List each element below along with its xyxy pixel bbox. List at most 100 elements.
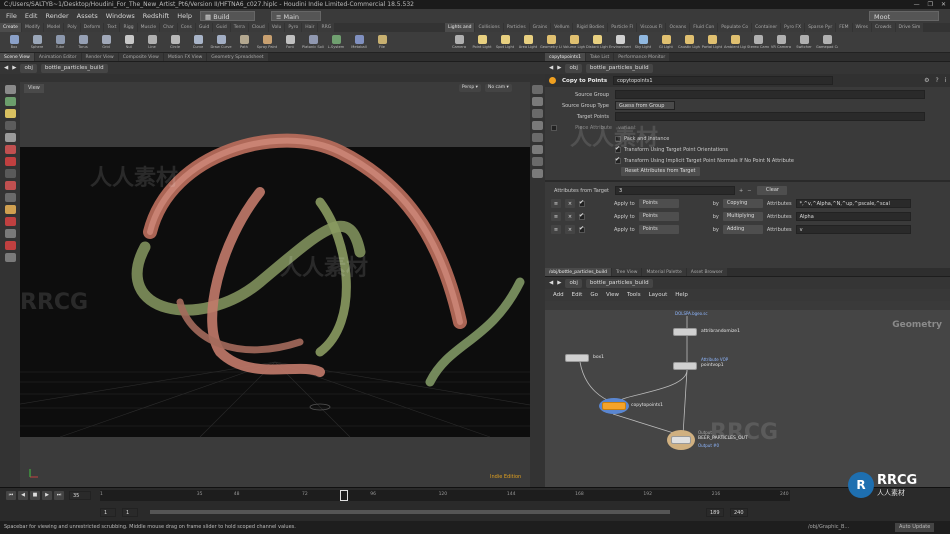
shelf-tab[interactable]: Char bbox=[160, 23, 177, 32]
piece-attribute-toggle[interactable] bbox=[551, 124, 557, 131]
shelf-tab[interactable]: Poly bbox=[64, 23, 80, 32]
pane-tab[interactable]: Geometry Spreadsheet bbox=[207, 53, 268, 61]
row-remove-icon[interactable]: × bbox=[565, 225, 575, 234]
range-end-field[interactable]: 240 bbox=[730, 507, 748, 517]
magnet-icon[interactable] bbox=[4, 217, 16, 226]
shelf-tab[interactable]: Sparse Pyr bbox=[805, 23, 836, 32]
row-remove-icon[interactable]: × bbox=[565, 199, 575, 208]
persp-menu[interactable]: Persp ▾ bbox=[458, 84, 481, 92]
shelf-tool-button[interactable]: Path bbox=[234, 35, 254, 49]
net-path-obj[interactable]: obj bbox=[565, 278, 582, 288]
pane-tab[interactable]: /obj/bottle_particles_build bbox=[545, 268, 611, 276]
shelf-tab[interactable]: Pyro FX bbox=[781, 23, 805, 32]
forward-icon[interactable]: ▶ bbox=[12, 65, 16, 71]
shelf-tab[interactable]: Cons bbox=[177, 23, 195, 32]
by-menu[interactable]: Multiplying bbox=[722, 212, 763, 221]
menu-help[interactable]: Help bbox=[177, 12, 192, 20]
shelf-tab[interactable]: Vellum bbox=[551, 23, 573, 32]
shelf-tool-button[interactable]: GI Light bbox=[656, 35, 676, 49]
info-icon[interactable]: i bbox=[945, 77, 947, 84]
stop-button[interactable]: ■ bbox=[30, 490, 40, 500]
pane-tab[interactable]: Tree View bbox=[611, 268, 642, 276]
record-icon[interactable] bbox=[4, 241, 16, 250]
row-menu-icon[interactable]: ≡ bbox=[551, 212, 561, 221]
snap-icon[interactable] bbox=[4, 157, 16, 166]
minimize-button[interactable]: — bbox=[914, 0, 920, 9]
param-field[interactable] bbox=[615, 112, 925, 121]
shelf-tab[interactable]: Model bbox=[43, 23, 64, 32]
ghost-icon[interactable] bbox=[532, 133, 543, 142]
move-tool-icon[interactable] bbox=[4, 97, 16, 106]
pane-tab[interactable]: Animation Editor bbox=[34, 53, 81, 61]
shelf-tool-button[interactable]: Null bbox=[119, 35, 139, 49]
shelf-tool-button[interactable]: Sky Light bbox=[633, 35, 653, 49]
auto-update-button[interactable]: Auto Update bbox=[895, 523, 935, 532]
network-menu-item[interactable]: Help bbox=[675, 292, 688, 298]
pane-tab[interactable]: Asset Browser bbox=[686, 268, 727, 276]
shelf-tool-button[interactable]: Spray Paint bbox=[257, 35, 277, 49]
range-start-field[interactable]: 1 bbox=[100, 507, 116, 517]
menu-edit[interactable]: Edit bbox=[25, 12, 38, 20]
shelf-tool-button[interactable]: Distant Light bbox=[586, 35, 608, 49]
apply-to-menu[interactable]: Points bbox=[638, 199, 679, 208]
3d-viewport[interactable]: Indie Edition bbox=[20, 82, 530, 487]
shelf-tool-button[interactable]: Caustic Light bbox=[678, 35, 700, 49]
network-menu-item[interactable]: Tools bbox=[627, 292, 641, 298]
shelf-tab[interactable]: Fluid Con bbox=[690, 23, 718, 32]
maximize-button[interactable]: ❐ bbox=[928, 0, 933, 9]
row-menu-icon[interactable]: ≡ bbox=[551, 225, 561, 234]
shelf-tool-button[interactable]: Ambient Light bbox=[724, 35, 746, 49]
param-field[interactable] bbox=[615, 90, 925, 99]
by-menu[interactable]: Adding bbox=[722, 225, 763, 234]
shelf-tool-button[interactable]: Volume Light bbox=[563, 35, 585, 49]
shading-icon[interactable] bbox=[532, 97, 543, 106]
shelf-tool-button[interactable]: L-System bbox=[326, 35, 346, 49]
back-icon[interactable]: ◀ bbox=[549, 280, 553, 286]
shelf-tool-button[interactable]: Metaball bbox=[349, 35, 369, 49]
jump-end-button[interactable]: ⏭ bbox=[54, 490, 64, 500]
row-remove-icon[interactable]: × bbox=[565, 212, 575, 221]
network-menu-item[interactable]: Layout bbox=[649, 292, 668, 298]
shelf-tool-button[interactable]: Portal Light bbox=[702, 35, 722, 49]
shelf-tool-button[interactable]: Draw Curve bbox=[210, 35, 232, 49]
network-menu-item[interactable]: Add bbox=[553, 292, 564, 298]
shelf-tab[interactable]: Text bbox=[104, 23, 120, 32]
shelf-tool-button[interactable]: Switcher bbox=[794, 35, 814, 49]
shelf-tab[interactable]: Particles bbox=[503, 23, 529, 32]
brush-tool-icon[interactable] bbox=[4, 181, 16, 190]
shelf-tab[interactable]: Cloud bbox=[248, 23, 268, 32]
range-start2-field[interactable]: 1 bbox=[122, 507, 138, 517]
pose-tool-icon[interactable] bbox=[4, 145, 16, 154]
shelf-tool-button[interactable]: Spot Light bbox=[495, 35, 515, 49]
lighting-icon[interactable] bbox=[532, 121, 543, 130]
shelf-tab[interactable]: Drive Sim bbox=[895, 23, 924, 32]
attributes-field[interactable]: Alpha bbox=[795, 212, 911, 221]
points-icon[interactable] bbox=[532, 145, 543, 154]
network-menu-item[interactable]: Edit bbox=[572, 292, 583, 298]
shelf-tool-button[interactable]: Stereo Camera bbox=[747, 35, 769, 49]
node-name-field[interactable]: copytopoints1 bbox=[613, 76, 834, 85]
shelf-tool-button[interactable]: Line bbox=[142, 35, 162, 49]
shelf-tab[interactable]: Deform bbox=[80, 23, 104, 32]
current-frame-field[interactable]: 35 bbox=[69, 490, 91, 500]
shelf-tab[interactable]: Volu bbox=[268, 23, 285, 32]
pane-tab[interactable]: Performance Monitor bbox=[614, 53, 670, 61]
frame-slider[interactable]: 1 35 48 72 96 120 144 168 192 216 240 bbox=[100, 490, 790, 501]
network-menu-item[interactable]: View bbox=[606, 292, 619, 298]
remove-icon[interactable]: − bbox=[747, 188, 751, 194]
shelf-tool-button[interactable]: Camera bbox=[449, 35, 469, 49]
attribrandomize-node[interactable] bbox=[673, 328, 697, 336]
shelf-tool-button[interactable]: Point Light bbox=[472, 35, 492, 49]
apply-to-menu[interactable]: Points bbox=[638, 225, 679, 234]
forward-icon[interactable]: ▶ bbox=[557, 280, 561, 286]
shelf-tab[interactable]: Collisions bbox=[475, 23, 503, 32]
network-menu-item[interactable]: Go bbox=[590, 292, 598, 298]
row-menu-icon[interactable]: ≡ bbox=[551, 199, 561, 208]
rotate-tool-icon[interactable] bbox=[4, 109, 16, 118]
menu-assets[interactable]: Assets bbox=[77, 12, 98, 20]
view-tool-icon[interactable] bbox=[4, 169, 16, 178]
shelf-tool-button[interactable]: Area Light bbox=[518, 35, 538, 49]
measure-icon[interactable] bbox=[4, 253, 16, 262]
shelf-tab[interactable]: Muscle bbox=[137, 23, 160, 32]
shelf-tab[interactable]: Rigg bbox=[120, 23, 137, 32]
